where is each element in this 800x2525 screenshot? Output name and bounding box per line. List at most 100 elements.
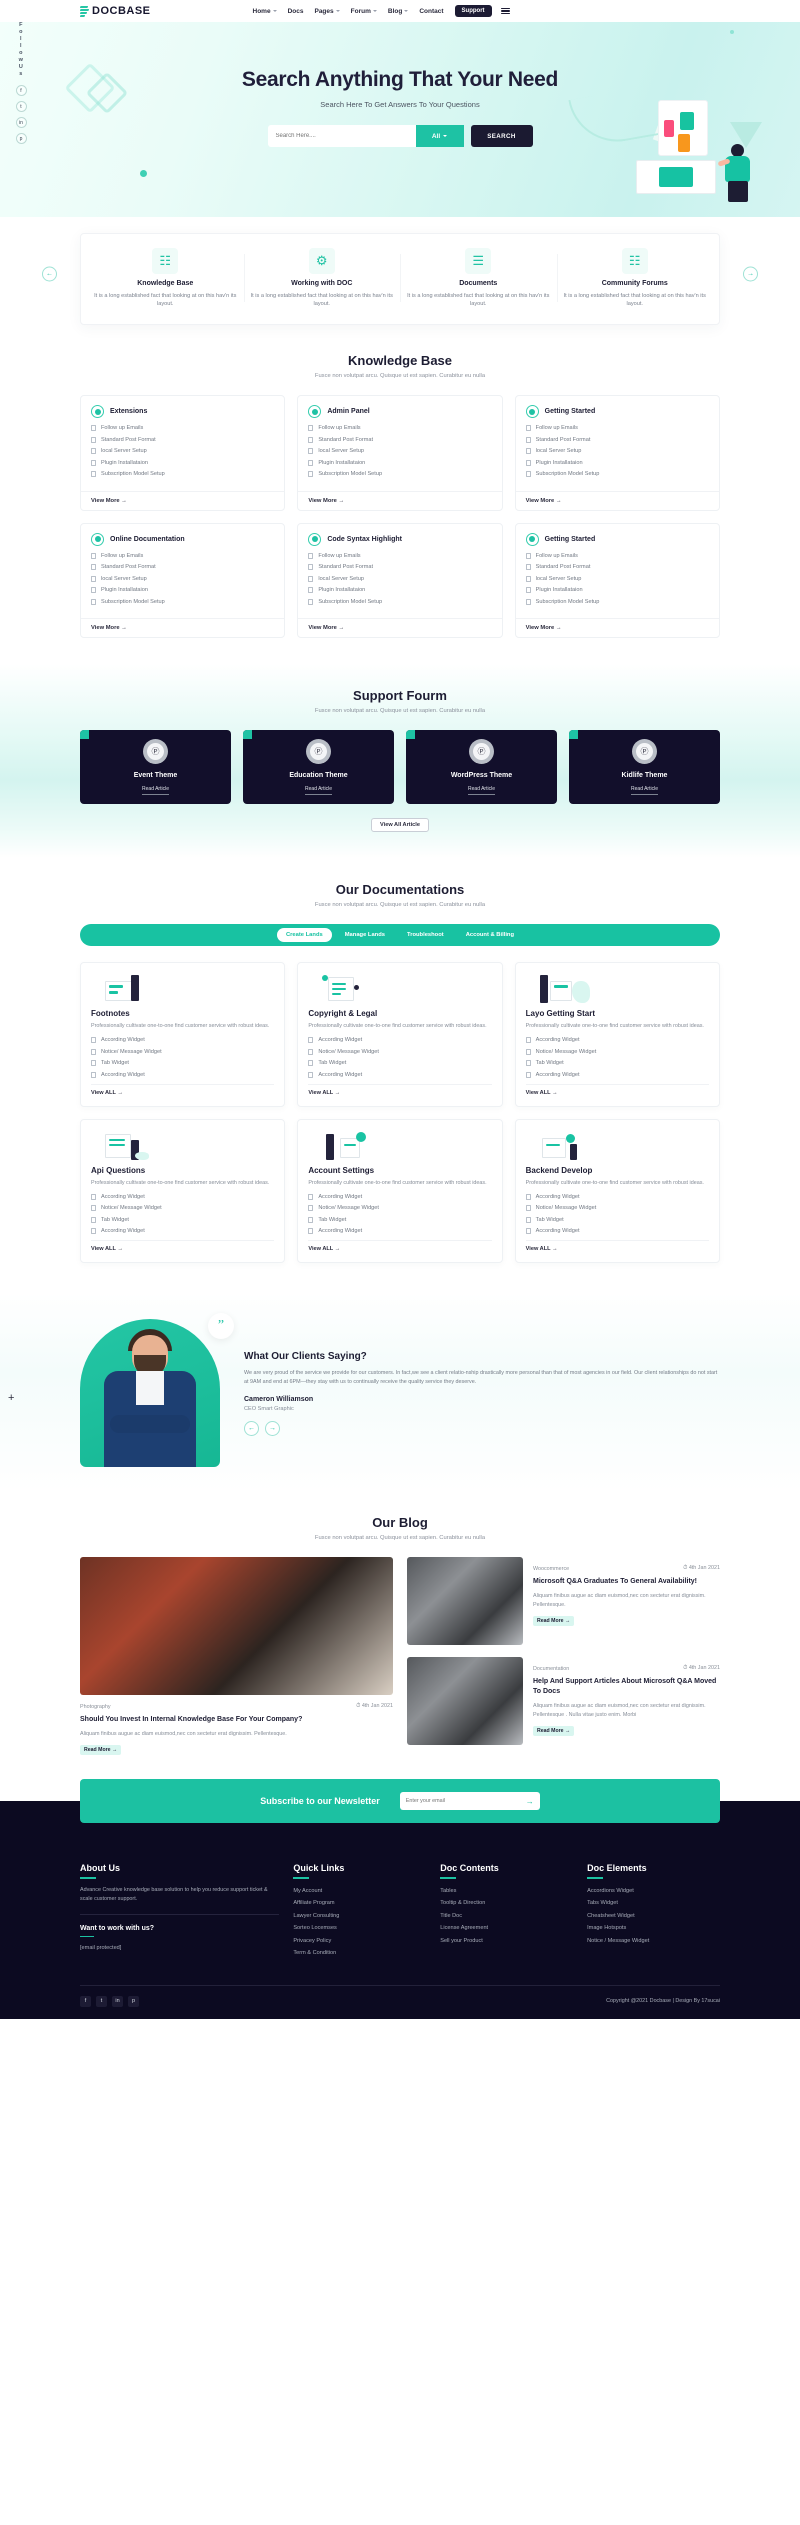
- documentation-list-item[interactable]: Notice/ Message Widget: [308, 1048, 491, 1055]
- feature-card[interactable]: ☷ Community Forums It is a long establis…: [556, 248, 714, 308]
- documentation-card[interactable]: Copyright & Legal Professionally cultiva…: [297, 962, 503, 1107]
- knowledge-base-card[interactable]: Extensions Follow up Emails Standard Pos…: [80, 395, 286, 511]
- newsletter-email-input[interactable]: [405, 1798, 526, 1804]
- documentation-list-item[interactable]: Notice/ Message Widget: [91, 1048, 274, 1055]
- view-more-link[interactable]: View More →: [81, 490, 285, 510]
- knowledge-base-card[interactable]: Getting Started Follow up Emails Standar…: [514, 522, 720, 638]
- read-article-link[interactable]: Read Article: [468, 786, 495, 795]
- kb-list-item[interactable]: Subscription Model Setup: [308, 598, 491, 605]
- linkedin-icon[interactable]: in: [112, 1995, 123, 2007]
- footer-link[interactable]: Title Doc: [440, 1913, 573, 1919]
- documentation-list-item[interactable]: According Widget: [308, 1037, 491, 1043]
- nav-item-docs[interactable]: Docs: [288, 8, 304, 15]
- arrow-right-icon[interactable]: →: [526, 1797, 534, 1806]
- nav-item-forum[interactable]: Forum: [351, 8, 377, 15]
- documentation-list-item[interactable]: According Widget: [308, 1071, 491, 1078]
- documentation-list-item[interactable]: According Widget: [91, 1037, 274, 1043]
- kb-list-item[interactable]: Follow up Emails: [525, 425, 709, 431]
- twitter-icon[interactable]: t: [96, 1995, 107, 2007]
- kb-list-item[interactable]: Follow up Emails: [525, 552, 709, 559]
- documentation-list-item[interactable]: According Widget: [525, 1193, 709, 1200]
- footer-link[interactable]: Lawyer Consulting: [293, 1913, 426, 1919]
- footer-link[interactable]: Tooltip & Direction: [440, 1900, 573, 1906]
- kb-list-item[interactable]: Follow up Emails: [91, 425, 274, 431]
- facebook-icon[interactable]: f: [15, 85, 27, 96]
- documentation-list-item[interactable]: Tab Widget: [525, 1216, 709, 1223]
- search-button[interactable]: SEARCH: [470, 125, 533, 147]
- nav-item-pages[interactable]: Pages: [314, 8, 340, 15]
- features-next-button[interactable]: →: [743, 266, 758, 282]
- kb-list-item[interactable]: local Server Setup: [525, 575, 709, 582]
- tab-account-billing[interactable]: Account & Billing: [457, 928, 523, 942]
- feature-card[interactable]: ⚙ Working with DOC It is a long establis…: [243, 248, 401, 308]
- kb-list-item[interactable]: Standard Post Format: [308, 564, 491, 570]
- blog-title[interactable]: Should You Invest In Internal Knowledge …: [80, 1715, 393, 1725]
- search-input[interactable]: [267, 125, 416, 147]
- linkedin-icon[interactable]: in: [15, 117, 27, 128]
- kb-list-item[interactable]: Standard Post Format: [91, 564, 274, 570]
- documentation-card[interactable]: Backend Develop Professionally cultivate…: [514, 1118, 720, 1263]
- documentation-list-item[interactable]: Notice/ Message Widget: [91, 1205, 274, 1211]
- footer-email[interactable]: [email protected]: [80, 1945, 279, 1951]
- documentation-list-item[interactable]: Tab Widget: [525, 1060, 709, 1066]
- forum-card[interactable]: Ⓟ Education Theme Read Article: [243, 730, 394, 804]
- nav-item-contact[interactable]: Contact: [419, 8, 443, 15]
- view-all-link[interactable]: View ALL →: [91, 1240, 275, 1252]
- footer-link[interactable]: Sell your Product: [440, 1938, 573, 1944]
- support-button[interactable]: Support: [454, 5, 492, 17]
- kb-list-item[interactable]: Plugin Installataion: [308, 587, 491, 593]
- view-all-link[interactable]: View ALL →: [91, 1083, 275, 1096]
- features-prev-button[interactable]: ←: [42, 266, 57, 282]
- documentation-list-item[interactable]: According Widget: [525, 1037, 709, 1043]
- footer-link[interactable]: Cheatsheet Widget: [587, 1913, 720, 1919]
- footer-link[interactable]: License Agreement: [440, 1925, 573, 1931]
- tab-manage-lands[interactable]: Manage Lands: [336, 928, 394, 942]
- documentation-list-item[interactable]: According Widget: [525, 1071, 709, 1078]
- view-all-link[interactable]: View ALL →: [308, 1083, 492, 1096]
- documentation-card[interactable]: Api Questions Professionally cultivate o…: [80, 1118, 286, 1263]
- kb-list-item[interactable]: local Server Setup: [308, 575, 491, 582]
- footer-link[interactable]: Privacey Policy: [293, 1938, 426, 1944]
- kb-list-item[interactable]: local Server Setup: [91, 448, 274, 454]
- view-all-article-button[interactable]: View All Article: [371, 818, 429, 832]
- read-article-link[interactable]: Read Article: [631, 786, 658, 795]
- facebook-icon[interactable]: f: [80, 1995, 91, 2007]
- documentation-list-item[interactable]: Tab Widget: [91, 1060, 274, 1066]
- read-article-link[interactable]: Read Article: [305, 786, 332, 795]
- documentation-card[interactable]: Layo Getting Start Professionally cultiv…: [514, 962, 720, 1107]
- documentation-list-item[interactable]: According Widget: [525, 1228, 709, 1234]
- nav-item-blog[interactable]: Blog: [388, 8, 409, 15]
- documentation-list-item[interactable]: Notice/ Message Widget: [308, 1205, 491, 1211]
- knowledge-base-card[interactable]: Getting Started Follow up Emails Standar…: [514, 395, 720, 511]
- view-all-link[interactable]: View ALL →: [525, 1240, 709, 1252]
- footer-link[interactable]: Accordions Widget: [587, 1888, 720, 1894]
- knowledge-base-card[interactable]: Online Documentation Follow up Emails St…: [80, 522, 286, 638]
- blog-title[interactable]: Microsoft Q&A Graduates To General Avail…: [533, 1577, 720, 1587]
- footer-link[interactable]: Tables: [440, 1888, 573, 1894]
- documentation-list-item[interactable]: According Widget: [308, 1228, 491, 1234]
- documentation-card[interactable]: Footnotes Professionally cultivate one-t…: [80, 962, 286, 1107]
- kb-list-item[interactable]: Plugin Installataion: [525, 587, 709, 593]
- pinterest-icon[interactable]: p: [15, 133, 27, 144]
- kb-list-item[interactable]: Subscription Model Setup: [525, 598, 709, 605]
- pinterest-icon[interactable]: p: [128, 1995, 139, 2007]
- knowledge-base-card[interactable]: Code Syntax Highlight Follow up Emails S…: [297, 522, 503, 638]
- twitter-icon[interactable]: t: [15, 101, 27, 112]
- kb-list-item[interactable]: Plugin Installataion: [91, 459, 274, 466]
- nav-item-home[interactable]: Home: [253, 8, 277, 15]
- documentation-list-item[interactable]: Notice/ Message Widget: [525, 1048, 709, 1055]
- view-more-link[interactable]: View More →: [515, 618, 719, 637]
- kb-list-item[interactable]: Subscription Model Setup: [91, 471, 274, 477]
- kb-list-item[interactable]: local Server Setup: [91, 575, 274, 582]
- documentation-card[interactable]: Account Settings Professionally cultivat…: [297, 1118, 503, 1263]
- hamburger-icon[interactable]: [500, 7, 510, 15]
- read-more-link[interactable]: Read More →: [533, 1616, 575, 1626]
- footer-link[interactable]: Affiliate Program: [293, 1900, 426, 1906]
- site-logo[interactable]: DOCBASE: [79, 5, 151, 17]
- kb-list-item[interactable]: Subscription Model Setup: [91, 598, 274, 605]
- read-article-link[interactable]: Read Article: [142, 786, 169, 795]
- footer-link[interactable]: My Account: [293, 1888, 426, 1894]
- footer-link[interactable]: Term & Condition: [293, 1950, 426, 1956]
- read-more-link[interactable]: Read More →: [533, 1726, 575, 1736]
- documentation-list-item[interactable]: Tab Widget: [308, 1216, 491, 1223]
